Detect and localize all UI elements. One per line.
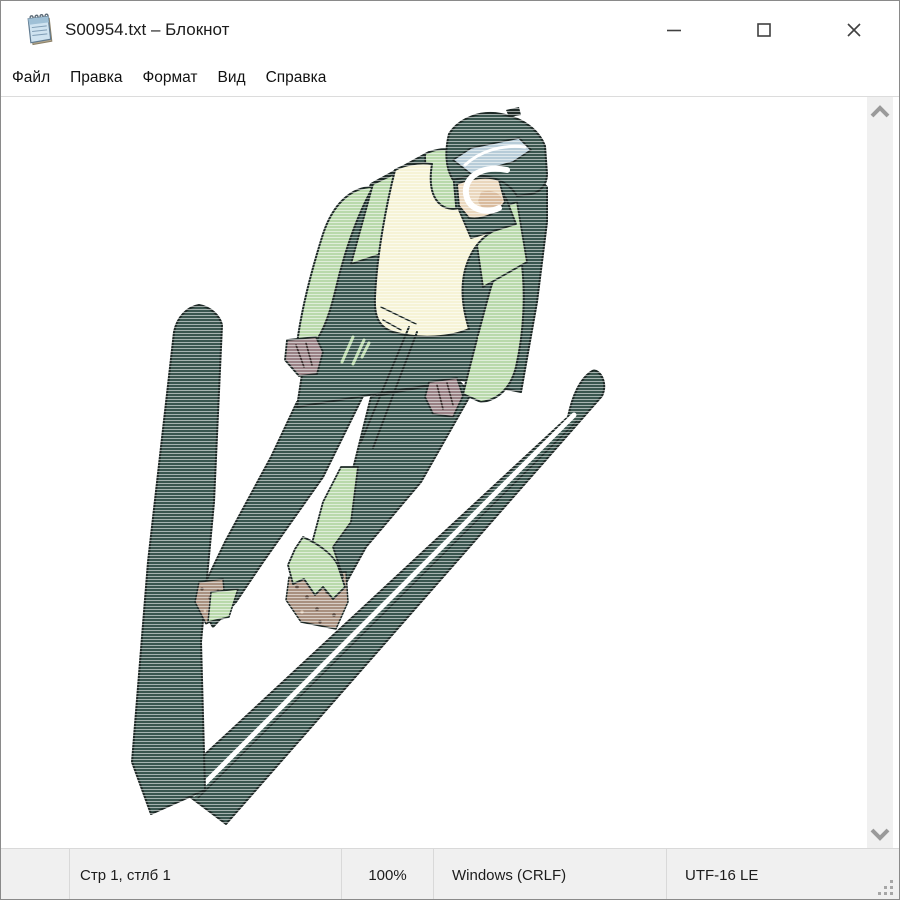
- scroll-down-button[interactable]: [867, 819, 893, 848]
- scroll-up-button[interactable]: [867, 97, 893, 127]
- chevron-down-icon: [869, 827, 891, 841]
- maximize-icon: [755, 21, 773, 39]
- close-button[interactable]: [809, 1, 899, 59]
- status-cursor-position: Стр 1, стлб 1: [69, 849, 341, 900]
- resize-grip[interactable]: [877, 879, 895, 897]
- vertical-scrollbar[interactable]: [867, 97, 893, 848]
- menu-format[interactable]: Формат: [132, 60, 207, 95]
- menu-view[interactable]: Вид: [208, 60, 256, 95]
- status-line-ending: Windows (CRLF): [433, 849, 666, 900]
- window-title: S00954.txt – Блокнот: [65, 20, 229, 40]
- caption-buttons: [629, 1, 899, 59]
- minimize-icon: [665, 21, 683, 39]
- menu-bar: Файл Правка Формат Вид Справка: [1, 59, 899, 96]
- left-ski: [132, 305, 222, 814]
- chevron-up-icon: [869, 105, 891, 119]
- maximize-button[interactable]: [719, 1, 809, 59]
- status-encoding: UTF-16 LE: [666, 849, 899, 900]
- ski-jumper-illustration: [1, 97, 867, 848]
- title-bar: S00954.txt – Блокнот: [1, 1, 899, 59]
- notepad-window: S00954.txt – Блокнот Файл Правка Формат …: [0, 0, 900, 900]
- close-icon: [845, 21, 863, 39]
- minimize-button[interactable]: [629, 1, 719, 59]
- notepad-icon: [25, 13, 55, 47]
- status-zoom-level: 100%: [341, 849, 433, 900]
- status-bar: Стр 1, стлб 1 100% Windows (CRLF) UTF-16…: [1, 848, 899, 900]
- status-spacer: [1, 849, 69, 900]
- left-glove: [285, 337, 323, 376]
- menu-file[interactable]: Файл: [2, 60, 60, 95]
- menu-help[interactable]: Справка: [256, 60, 337, 95]
- text-edit-area[interactable]: [1, 96, 899, 848]
- menu-edit[interactable]: Правка: [60, 60, 132, 95]
